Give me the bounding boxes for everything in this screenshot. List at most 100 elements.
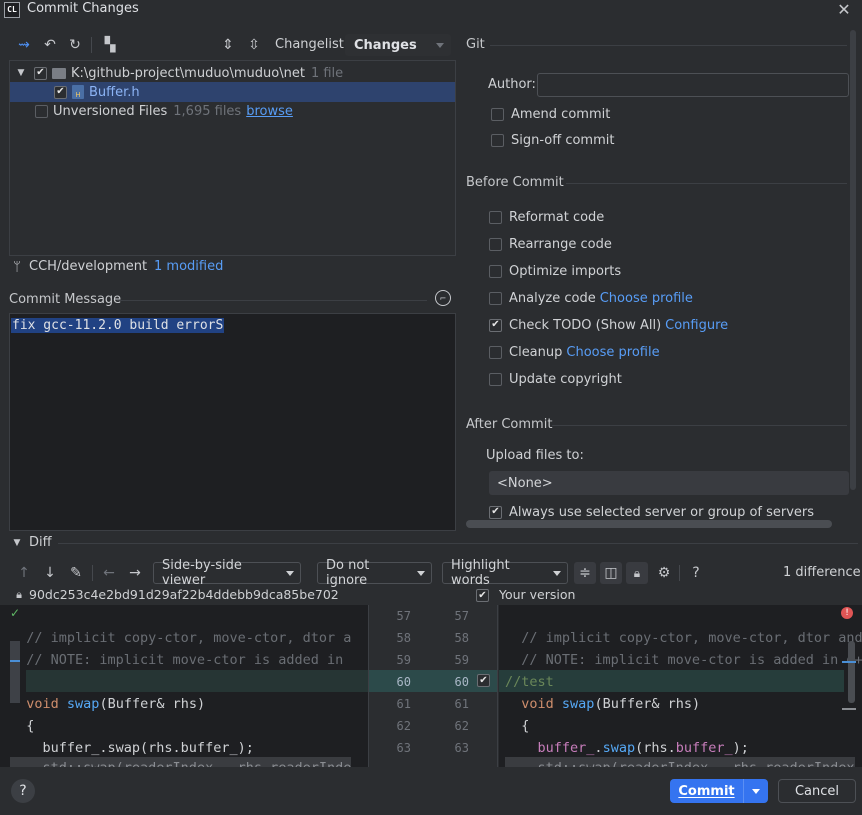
after-commit-title: After Commit: [466, 417, 553, 432]
path-count: 1 file: [310, 65, 344, 81]
viewer-select[interactable]: Side-by-side viewer: [153, 558, 301, 588]
commit-button[interactable]: Commit: [670, 779, 768, 803]
tree-row-file[interactable]: ✔ H Buffer.h: [10, 82, 455, 102]
copyright-checkbox[interactable]: [489, 372, 502, 386]
file-checkbox[interactable]: ✔: [54, 85, 67, 99]
code-line: // implicit copy-ctor, move-ctor, dtor a: [10, 630, 352, 646]
lock-icon[interactable]: 🔒︎: [626, 562, 648, 584]
right-vscrollbar[interactable]: [848, 641, 855, 703]
your-version-checkbox[interactable]: ✔: [476, 589, 489, 602]
viewer-value: Side-by-side viewer: [162, 558, 242, 588]
prev-diff-icon[interactable]: ↑: [14, 563, 34, 583]
always-use-checkbox[interactable]: ✔: [489, 505, 502, 519]
amend-label: Amend commit: [511, 106, 611, 122]
optimize-checkbox[interactable]: [489, 264, 502, 278]
reformat-code-option[interactable]: Reformat code: [489, 208, 604, 226]
rollback-icon[interactable]: ↶: [40, 35, 60, 55]
analyze-checkbox[interactable]: [489, 291, 502, 305]
forward-icon[interactable]: →: [125, 563, 145, 583]
options-hscrollbar[interactable]: [466, 520, 832, 528]
group-by-icon[interactable]: ▚: [100, 35, 120, 55]
back-icon[interactable]: ←: [99, 563, 119, 583]
commit-message-editor[interactable]: fix gcc-11.2.0 build errorS: [9, 313, 456, 531]
collapse-unchanged-icon[interactable]: ≑: [574, 562, 596, 584]
edit-source-icon[interactable]: ✎: [66, 563, 86, 583]
settings-gear-icon[interactable]: ⚙: [654, 563, 674, 583]
diff-help-button[interactable]: ?: [686, 563, 706, 583]
analyze-profile-link[interactable]: Choose profile: [600, 291, 693, 306]
right-line-number: 63: [454, 741, 469, 755]
upload-server-select[interactable]: <None>: [489, 471, 849, 495]
right-line-number: 57: [454, 609, 469, 623]
highlight-select[interactable]: Highlight words: [442, 558, 568, 588]
optimize-imports-option[interactable]: Optimize imports: [489, 262, 621, 280]
diff-section-title: Diff: [29, 535, 52, 550]
after-commit-separator: [552, 425, 847, 426]
cleanup-label: Cleanup: [509, 344, 563, 360]
collapse-all-icon[interactable]: ⇳: [244, 35, 264, 55]
cleanup-profile-link[interactable]: Choose profile: [566, 345, 659, 360]
show-diff-icon[interactable]: ⇝: [14, 35, 34, 55]
diff-left-pane[interactable]: ✓ // implicit copy-ctor, move-ctor, dtor…: [0, 605, 368, 767]
modified-link[interactable]: 1 modified: [154, 259, 223, 274]
code-line: void swap(Buffer& rhs): [26, 696, 206, 712]
left-revision: 90dc253c4e2bd91d29af22b4ddebb9dca85be702: [29, 587, 339, 602]
toolbar-divider: [91, 37, 92, 53]
changelist-select[interactable]: Changes: [345, 34, 451, 56]
always-use-option[interactable]: ✔ Always use selected server or group of…: [489, 503, 814, 521]
diff-right-pane[interactable]: ! // implicit copy-ctor, move-ctor, dtor…: [499, 605, 862, 767]
ignore-value: Do not ignore: [326, 558, 370, 588]
browse-link[interactable]: browse: [246, 104, 293, 119]
optimize-label: Optimize imports: [509, 263, 622, 279]
ignore-select[interactable]: Do not ignore: [317, 558, 432, 588]
unversioned-checkbox[interactable]: [35, 104, 48, 118]
tree-row-path[interactable]: ▼ ✔ K:\github-project\muduo\muduo\net 1 …: [10, 63, 455, 83]
update-copyright-option[interactable]: Update copyright: [489, 370, 622, 388]
author-label: Author:: [488, 77, 536, 92]
rearrange-checkbox[interactable]: [489, 237, 502, 251]
cancel-button[interactable]: Cancel: [778, 779, 856, 803]
copyright-label: Update copyright: [509, 371, 622, 387]
commit-options-chevron-icon[interactable]: [744, 788, 768, 794]
cleanup-option[interactable]: Cleanup Choose profile: [489, 343, 660, 361]
analyze-code-option[interactable]: Analyze code Choose profile: [489, 289, 693, 307]
options-vscrollbar[interactable]: [850, 30, 856, 490]
path-checkbox[interactable]: ✔: [34, 66, 47, 80]
amend-commit-option[interactable]: Amend commit: [491, 105, 610, 123]
highlight-value: Highlight words: [451, 558, 510, 588]
chevron-down-icon: [436, 42, 444, 48]
configure-link[interactable]: Configure: [665, 318, 728, 333]
signoff-commit-option[interactable]: Sign-off commit: [491, 131, 614, 149]
code-line: //test: [505, 674, 554, 690]
rearrange-code-option[interactable]: Rearrange code: [489, 235, 612, 253]
signoff-checkbox[interactable]: [491, 133, 504, 147]
commit-message-text[interactable]: fix gcc-11.2.0 build errorS: [11, 318, 225, 333]
diff-toolbar-divider: [92, 565, 93, 581]
check-todo-option[interactable]: ✔ Check TODO (Show All) Configure: [489, 316, 728, 334]
check-todo-checkbox[interactable]: ✔: [489, 318, 502, 332]
lock-small-icon: 🔒︎: [16, 588, 22, 601]
upload-label: Upload files to:: [486, 448, 584, 463]
sync-scroll-icon[interactable]: ◫: [600, 562, 622, 584]
before-commit-title: Before Commit: [466, 175, 564, 190]
help-button[interactable]: ?: [11, 779, 35, 803]
tree-row-unversioned[interactable]: Unversioned Files 1,695 files browse: [10, 101, 455, 121]
expand-chevron-icon[interactable]: ▼: [15, 68, 27, 78]
refresh-icon[interactable]: ↻: [65, 35, 85, 55]
changes-tree[interactable]: ▼ ✔ K:\github-project\muduo\muduo\net 1 …: [9, 60, 456, 256]
reformat-checkbox[interactable]: [489, 210, 502, 224]
cleanup-checkbox[interactable]: [489, 345, 502, 359]
close-icon[interactable]: ✕: [834, 0, 854, 19]
history-icon[interactable]: ⌐: [435, 290, 451, 306]
left-line-number: 58: [396, 631, 411, 645]
author-input[interactable]: [537, 73, 849, 97]
include-change-checkbox[interactable]: ✔: [477, 674, 490, 687]
diff-collapse-icon[interactable]: ▼: [11, 537, 23, 549]
next-diff-icon[interactable]: ↓: [40, 563, 60, 583]
code-line: // implicit copy-ctor, move-ctor, dtor a…: [505, 630, 862, 646]
expand-all-icon[interactable]: ⇕: [218, 35, 238, 55]
commit-message-label: Commit Message: [9, 292, 122, 307]
code-line: void swap(Buffer& rhs): [521, 696, 701, 712]
amend-checkbox[interactable]: [491, 107, 504, 121]
analyze-label: Analyze code: [509, 290, 596, 306]
